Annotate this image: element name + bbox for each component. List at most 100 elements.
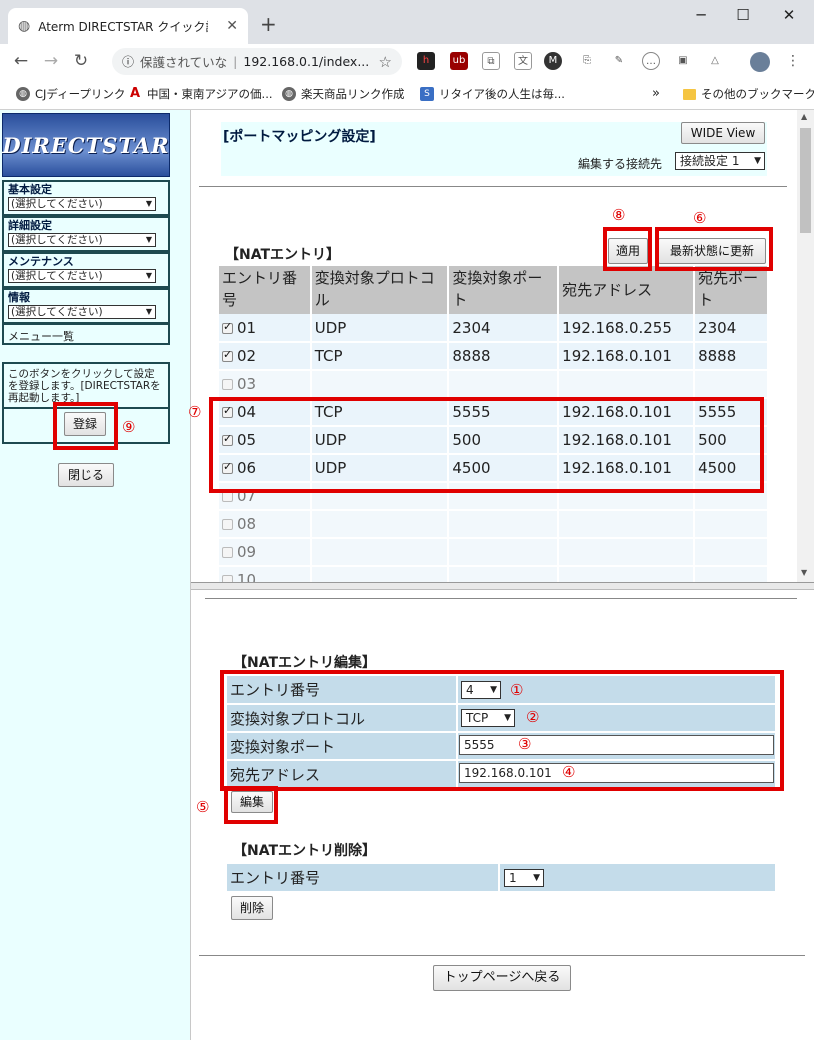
delete-entry-select[interactable]: 1 bbox=[504, 869, 544, 887]
table-cell-dest-port bbox=[694, 510, 769, 539]
vertical-scrollbar[interactable]: ▲ ▼ bbox=[797, 110, 814, 582]
connection-select[interactable]: 接続設定 1 bbox=[675, 152, 765, 170]
table-cell-dest-port: 8888 bbox=[694, 342, 769, 371]
table-cell-port bbox=[448, 370, 560, 399]
table-cell-protocol bbox=[310, 510, 450, 539]
entry-checkbox[interactable] bbox=[222, 547, 233, 558]
table-cell-protocol bbox=[310, 566, 450, 582]
annotation-box-entries bbox=[209, 397, 764, 493]
more-bookmarks-icon[interactable]: » bbox=[652, 86, 660, 101]
entry-number: 01 bbox=[237, 318, 257, 337]
browser-tab[interactable]: ◍ Aterm DIRECTSTAR クイック設定W ✕ bbox=[8, 8, 248, 44]
menu-select[interactable]: (選択してください) bbox=[8, 305, 156, 319]
bookmark-item[interactable]: ◍ CJディープリンク bbox=[16, 86, 125, 102]
folder-icon bbox=[683, 88, 696, 100]
annotation-number: ⑤ bbox=[196, 798, 210, 816]
chat-icon[interactable]: … bbox=[642, 52, 660, 70]
table-cell-protocol bbox=[310, 370, 450, 399]
column-header: 宛先ポート bbox=[694, 266, 769, 314]
omnibox-separator: | bbox=[233, 54, 238, 69]
entry-checkbox[interactable] bbox=[222, 379, 233, 390]
security-label: 保護されていな bbox=[140, 55, 228, 70]
frame-divider[interactable] bbox=[191, 582, 814, 590]
annotation-box-edit bbox=[220, 670, 784, 791]
table-row: 01UDP2304192.168.0.2552304 bbox=[219, 314, 769, 343]
profile-avatar[interactable] bbox=[750, 52, 770, 72]
url-text: 192.168.0.1/index... bbox=[243, 54, 370, 69]
table-cell-address: 192.168.0.101 bbox=[558, 342, 696, 371]
tab-title: Aterm DIRECTSTAR クイック設定W bbox=[38, 19, 208, 34]
table-cell-address bbox=[558, 510, 696, 539]
bookmark-item[interactable]: S リタイア後の人生は毎... bbox=[420, 86, 565, 102]
note-icon[interactable]: ✎ bbox=[610, 52, 628, 70]
reload-icon[interactable]: ↻ bbox=[66, 51, 96, 71]
globe-icon: ◍ bbox=[282, 87, 296, 101]
menu-dots-icon[interactable]: ⋮ bbox=[784, 52, 802, 70]
new-tab-icon[interactable]: + bbox=[260, 12, 277, 36]
table-row: 02TCP8888192.168.0.1018888 bbox=[219, 342, 769, 371]
translate-icon[interactable]: 文 bbox=[514, 52, 532, 70]
drive-icon[interactable]: △ bbox=[706, 52, 724, 70]
table-row: 03 bbox=[219, 370, 769, 399]
entry-checkbox[interactable] bbox=[222, 348, 233, 362]
annotation-number: ① bbox=[510, 681, 524, 699]
extension-m-icon[interactable]: M bbox=[544, 52, 562, 70]
menu-select[interactable]: (選択してください) bbox=[8, 269, 156, 283]
s-logo-icon: S bbox=[420, 87, 434, 101]
wide-view-button[interactable]: WIDE View bbox=[681, 122, 765, 144]
ublock-icon[interactable]: ub bbox=[450, 52, 468, 70]
table-cell-dest-port: 2304 bbox=[694, 314, 769, 343]
menu-select[interactable]: (選択してください) bbox=[8, 233, 156, 247]
table-cell-dest-port bbox=[694, 538, 769, 567]
table-cell-protocol bbox=[310, 538, 450, 567]
scroll-down-icon[interactable]: ▼ bbox=[801, 568, 807, 577]
entry-number-cell: 10 bbox=[219, 566, 312, 582]
entry-number-cell: 08 bbox=[219, 510, 312, 539]
extension-h-icon[interactable]: h bbox=[417, 52, 435, 70]
close-button[interactable]: 閉じる bbox=[58, 463, 114, 487]
table-cell-address bbox=[558, 538, 696, 567]
close-window-icon[interactable]: ✕ bbox=[774, 6, 804, 24]
bookmark-item[interactable]: A 中国・東南アジアの価... bbox=[128, 86, 273, 102]
entry-number: 10 bbox=[237, 571, 257, 582]
menu-list-link[interactable]: メニュー一覧 bbox=[2, 323, 170, 345]
entry-checkbox[interactable] bbox=[222, 320, 233, 334]
annotation-box-edit-button bbox=[224, 786, 278, 824]
menu-label: メンテナンス bbox=[8, 255, 74, 268]
bookmark-icon[interactable]: ⎘ bbox=[578, 52, 596, 70]
annotation-number: ⑥ bbox=[693, 209, 707, 227]
minimize-icon[interactable]: ─ bbox=[686, 6, 716, 24]
scroll-up-icon[interactable]: ▲ bbox=[801, 112, 807, 121]
menu-select[interactable]: (選択してください) bbox=[8, 197, 156, 211]
address-bar[interactable]: ⓘ 保護されていな | 192.168.0.1/index... ☆ bbox=[112, 48, 402, 75]
extension-cast-icon[interactable]: ⧉ bbox=[482, 52, 500, 70]
bookmark-label: 楽天商品リンク作成 bbox=[301, 87, 405, 101]
close-tab-icon[interactable]: ✕ bbox=[226, 18, 238, 34]
bookmark-item[interactable]: ◍ 楽天商品リンク作成 bbox=[282, 86, 405, 102]
delete-entry-label: エントリ番号 bbox=[227, 864, 500, 893]
entry-number: 03 bbox=[237, 375, 257, 393]
scroll-thumb[interactable] bbox=[800, 128, 811, 233]
table-row: 09 bbox=[219, 538, 769, 567]
entry-checkbox[interactable] bbox=[222, 575, 233, 582]
table-cell-port bbox=[448, 566, 560, 582]
annotation-number: ⑨ bbox=[122, 418, 136, 436]
back-to-top-button[interactable]: トップページへ戻る bbox=[433, 965, 571, 991]
back-arrow-icon[interactable]: ← bbox=[6, 51, 36, 71]
delete-button[interactable]: 削除 bbox=[231, 896, 273, 920]
bookmark-label: リタイア後の人生は毎... bbox=[439, 87, 565, 101]
other-bookmarks[interactable]: その他のブックマーク bbox=[683, 86, 814, 102]
bookmark-star-icon[interactable]: ☆ bbox=[379, 53, 392, 71]
entry-number-cell: 03 bbox=[219, 370, 312, 399]
table-row: エントリ番号 bbox=[227, 864, 778, 893]
port-mapping-frame: [ポートマッピング設定] WIDE View 編集する接続先 接続設定 1 【N… bbox=[191, 110, 814, 582]
globe-icon: ◍ bbox=[16, 87, 30, 101]
extension-window-icon[interactable]: ▣ bbox=[674, 52, 692, 70]
menu-basic-settings: 基本設定 (選択してください) bbox=[2, 180, 170, 216]
table-cell-address bbox=[558, 370, 696, 399]
forward-arrow-icon[interactable]: → bbox=[36, 51, 66, 71]
maximize-icon[interactable]: ☐ bbox=[728, 6, 758, 24]
entry-checkbox[interactable] bbox=[222, 519, 233, 530]
other-bookmarks-label: その他のブックマーク bbox=[701, 87, 814, 101]
info-icon[interactable]: ⓘ bbox=[122, 53, 134, 70]
